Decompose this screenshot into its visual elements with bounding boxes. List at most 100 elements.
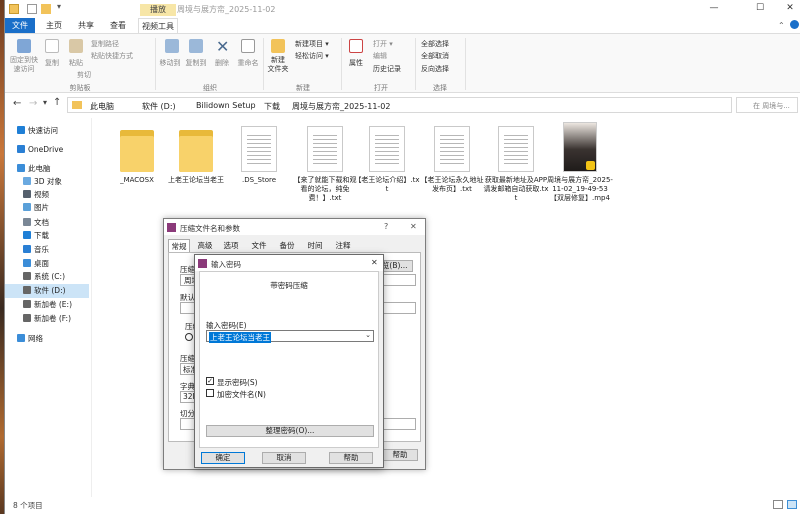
delete-button[interactable]: 删除 — [211, 58, 233, 68]
tab-files[interactable]: 文件 — [248, 239, 270, 252]
paste-shortcut-button[interactable]: 粘贴快捷方式 — [91, 51, 133, 61]
edit-button[interactable]: 编辑 — [373, 51, 387, 61]
breadcrumb-bilidown-setup[interactable]: Bilidown Setup — [196, 101, 256, 110]
ok-button[interactable]: 确定 — [201, 452, 245, 464]
sidebar-item[interactable]: 软件 (D:) — [5, 284, 89, 298]
file-item[interactable]: .DS_Store — [226, 122, 292, 185]
minimize-button[interactable]: — — [707, 2, 721, 14]
open-group-label: 打开 — [374, 84, 388, 92]
ribbon-separator — [465, 38, 466, 90]
show-password-checkbox[interactable]: ✓ — [206, 377, 214, 385]
select-all-button[interactable]: 全部选择 — [421, 39, 449, 49]
new-folder-icon[interactable] — [41, 4, 51, 14]
cancel-button[interactable]: 取消 — [262, 452, 306, 464]
sidebar-item[interactable]: 视频 — [5, 188, 89, 202]
sidebar-item[interactable]: 桌面 — [5, 257, 89, 271]
up-arrow-icon[interactable]: ↑ — [53, 97, 61, 108]
title-bar: ▾ 播放 周境与展方帟_2025-11-02 — ☐ ✕ — [5, 0, 800, 18]
encrypt-filenames-label: 加密文件名(N) — [217, 390, 266, 399]
password-help-button[interactable]: 帮助 — [329, 452, 373, 464]
properties-icon[interactable] — [27, 4, 37, 14]
tab-file[interactable]: 文件 — [5, 18, 35, 33]
encrypt-filenames-checkbox[interactable] — [206, 389, 214, 397]
sidebar-item[interactable]: 3D 对象 — [5, 175, 89, 189]
forward-arrow-icon[interactable]: → — [29, 98, 37, 109]
tab-general[interactable]: 常规 — [168, 239, 190, 252]
history-button[interactable]: 历史记录 — [373, 64, 401, 74]
sidebar-item[interactable]: 此电脑 — [5, 162, 89, 176]
details-view-icon[interactable] — [773, 500, 783, 509]
properties-button[interactable]: 属性 — [343, 58, 369, 68]
cut-button[interactable]: 剪切 — [77, 70, 91, 80]
sidebar-item[interactable]: 新加卷 (E:) — [5, 298, 89, 312]
file-item[interactable]: 获取最新地址及APP请发邮箱自动获取.txt — [483, 122, 549, 203]
drive-icon — [23, 300, 31, 308]
search-input[interactable]: 在 周境与... — [736, 97, 798, 113]
tab-home[interactable]: 主页 — [41, 18, 67, 33]
tab-video-tools[interactable]: 视频工具 — [138, 18, 178, 33]
sidebar-item[interactable]: 快速访问 — [5, 124, 89, 138]
tab-advanced[interactable]: 高级 — [194, 239, 216, 252]
easy-access-button[interactable]: 轻松访问 ▾ — [295, 51, 329, 61]
ribbon-collapse-icon[interactable]: ⌃ — [778, 21, 785, 30]
sidebar-item[interactable]: 音乐 — [5, 243, 89, 257]
nav-scrollbar[interactable] — [91, 118, 92, 498]
organize-passwords-button[interactable]: 整理密码(O)... — [206, 425, 374, 437]
chevron-down-icon[interactable]: ▾ — [57, 2, 61, 11]
select-none-button[interactable]: 全部取消 — [421, 51, 449, 61]
maximize-button[interactable]: ☐ — [753, 2, 767, 14]
copy-button[interactable]: 复制 — [41, 58, 63, 68]
copy-to-button[interactable]: 复制到 — [181, 58, 211, 68]
copy-path-button[interactable]: 复制路径 — [91, 39, 119, 49]
sidebar-item[interactable]: 网络 — [5, 332, 89, 346]
tab-view[interactable]: 查看 — [105, 18, 131, 33]
file-item[interactable]: 周境与展方帟_2025-11-02_19-49-53【双层修复】.mp4 — [547, 122, 613, 203]
sidebar-item[interactable]: OneDrive — [5, 143, 89, 157]
file-item[interactable]: 【老王论坛介绍】.txt — [354, 122, 420, 194]
invert-selection-button[interactable]: 反向选择 — [421, 64, 449, 74]
new-folder-button[interactable]: 新建 文件夹 — [260, 56, 296, 74]
back-arrow-icon[interactable]: ← — [13, 98, 21, 109]
address-bar[interactable]: 此电脑 软件 (D:) Bilidown Setup 下载 周境与展方帟_202… — [67, 97, 732, 113]
password-input[interactable]: 上老王论坛当老王 ⌄ — [206, 330, 374, 343]
ribbon-separator — [415, 38, 416, 90]
sidebar-item[interactable]: 系统 (C:) — [5, 270, 89, 284]
tab-time[interactable]: 时间 — [304, 239, 326, 252]
recent-locations-icon[interactable]: ▾ — [43, 98, 47, 107]
rename-button[interactable]: 重命名 — [233, 58, 263, 68]
tab-comment[interactable]: 注释 — [332, 239, 354, 252]
tab-share[interactable]: 共享 — [73, 18, 99, 33]
folder-icon — [118, 126, 156, 172]
close-button[interactable]: ✕ — [783, 2, 797, 14]
open-button[interactable]: 打开 ▾ — [373, 39, 393, 49]
new-item-button[interactable]: 新建项目 ▾ — [295, 39, 329, 49]
breadcrumb-downloads[interactable]: 下载 — [264, 101, 280, 112]
tab-backup[interactable]: 备份 — [276, 239, 298, 252]
pin-to-quick-access-button[interactable]: 固定到快 速访问 — [5, 56, 43, 74]
file-item[interactable]: 【老王论坛永久地址发布页】.txt — [419, 122, 485, 194]
breadcrumb-drive-d[interactable]: 软件 (D:) — [142, 101, 176, 112]
large-icons-view-icon[interactable] — [787, 500, 797, 509]
format-radio[interactable] — [185, 333, 193, 341]
sidebar-item[interactable]: 文档 — [5, 216, 89, 230]
sidebar-item[interactable]: 图片 — [5, 201, 89, 215]
close-icon[interactable]: ✕ — [410, 222, 417, 231]
tab-options[interactable]: 选项 — [220, 239, 242, 252]
chevron-down-icon[interactable]: ⌄ — [365, 331, 371, 339]
breadcrumb-this-pc[interactable]: 此电脑 — [90, 101, 114, 112]
file-item[interactable]: _MACOSX — [104, 122, 170, 185]
paste-button[interactable]: 粘贴 — [65, 58, 87, 68]
sidebar-item[interactable]: 新加卷 (F:) — [5, 312, 89, 326]
archive-help-button[interactable]: 帮助 — [382, 449, 418, 461]
close-icon[interactable]: ✕ — [371, 258, 378, 267]
new-folder-icon — [271, 39, 285, 53]
document-icon — [23, 218, 31, 226]
breadcrumb-current-folder[interactable]: 周境与展方帟_2025-11-02 — [292, 101, 391, 112]
delete-icon: ✕ — [216, 37, 230, 56]
help-icon[interactable]: ? — [384, 222, 388, 231]
file-item[interactable]: 上老王论坛当老王 — [163, 122, 229, 185]
sidebar-item[interactable]: 下载 — [5, 229, 89, 243]
file-item[interactable]: 【来了就能下载和观看的论坛，纯免费！】.txt — [292, 122, 358, 203]
sidebar-item-label: 3D 对象 — [34, 177, 62, 186]
help-icon[interactable] — [790, 20, 799, 29]
